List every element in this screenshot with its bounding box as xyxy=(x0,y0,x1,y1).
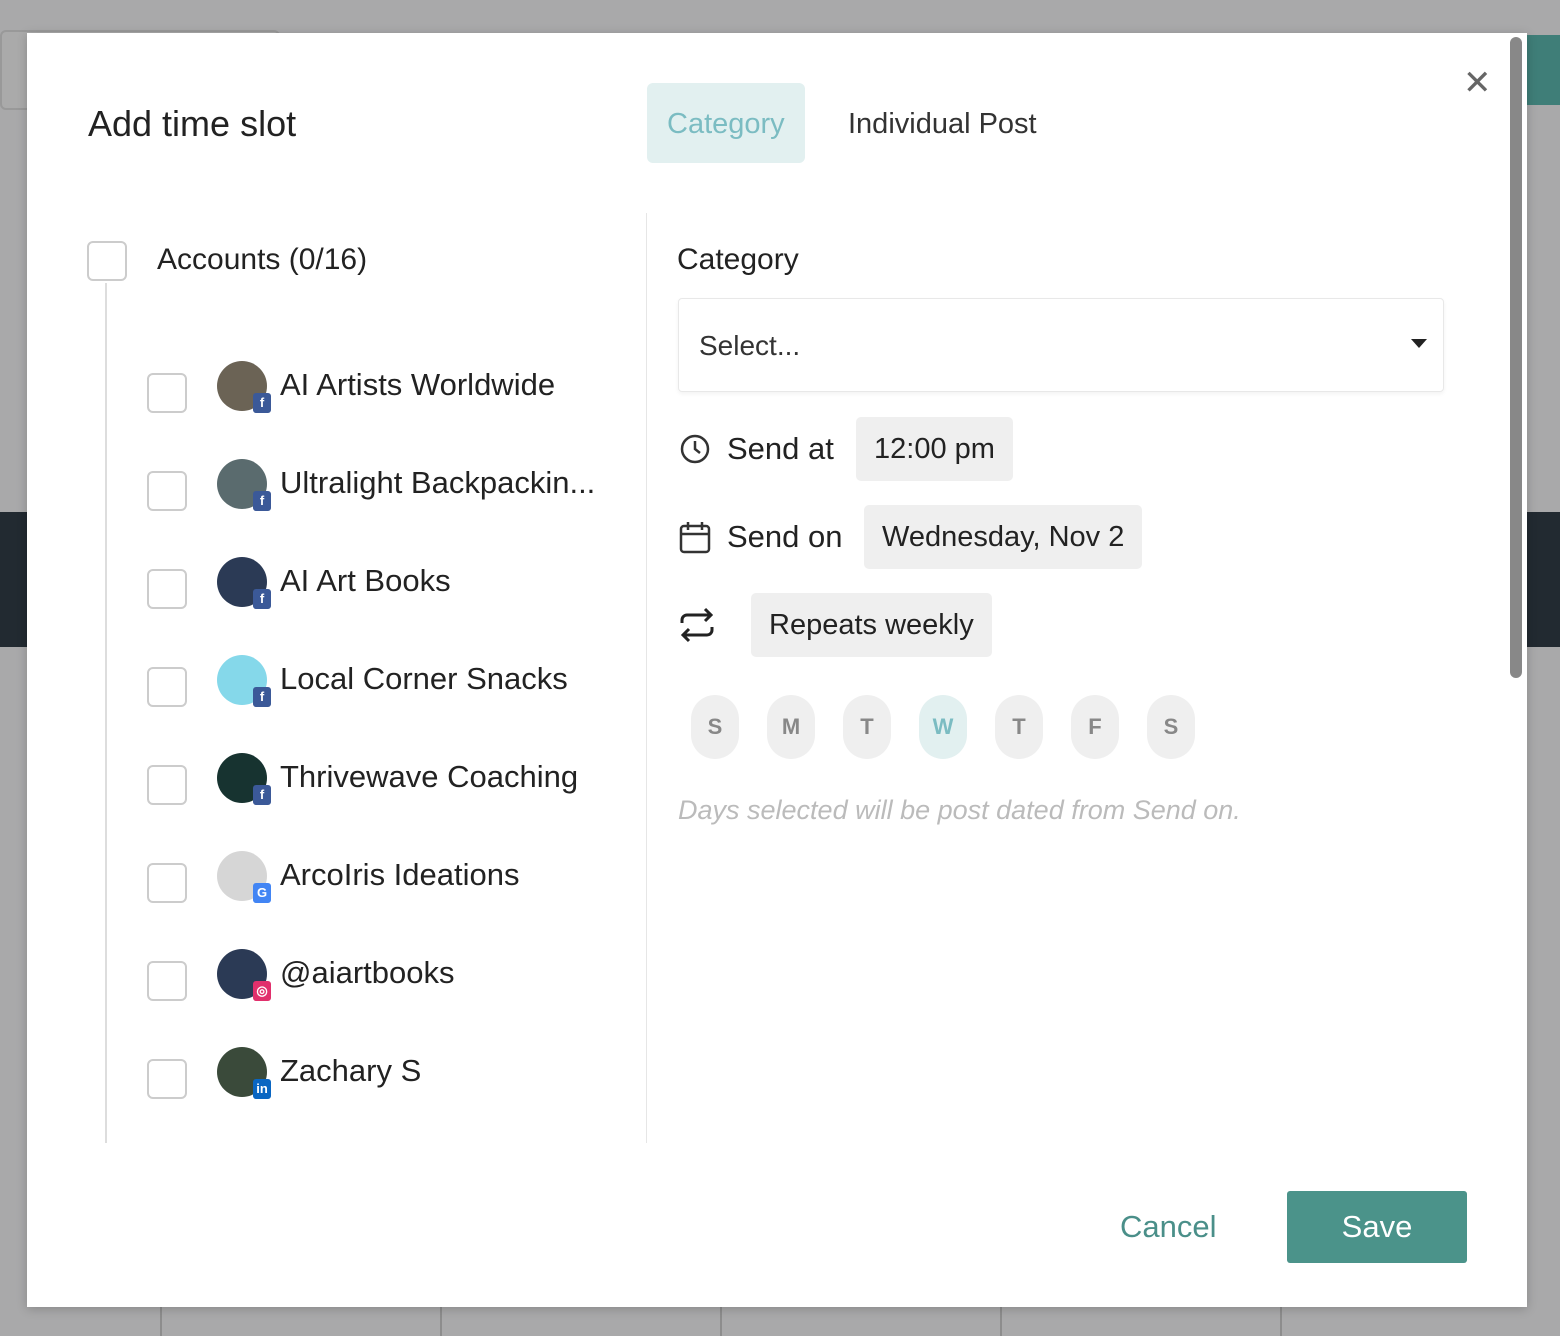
account-item[interactable]: in Zachary S xyxy=(147,1047,647,1109)
account-item[interactable]: f Ultralight Backpackin... xyxy=(147,459,647,521)
modal-title: Add time slot xyxy=(88,103,297,144)
category-placeholder: Select... xyxy=(699,330,801,361)
google-business-icon: G xyxy=(253,883,271,903)
cancel-button[interactable]: Cancel xyxy=(1100,1191,1237,1263)
tab-individual-post[interactable]: Individual Post xyxy=(828,83,1057,163)
account-item[interactable]: f AI Art Books xyxy=(147,557,647,619)
account-name: Zachary S xyxy=(280,1053,422,1088)
instagram-icon: ◎ xyxy=(253,981,271,1001)
accounts-list: Accounts (0/16) f AI Artists Worldwide f… xyxy=(67,223,647,1143)
category-label: Category xyxy=(677,243,799,276)
day-toggle[interactable]: W xyxy=(919,695,967,759)
send-at-label: Send at xyxy=(727,431,834,466)
facebook-icon: f xyxy=(253,687,271,707)
account-name: Local Corner Snacks xyxy=(280,661,568,696)
account-checkbox[interactable] xyxy=(147,569,187,609)
save-button[interactable]: Save xyxy=(1287,1191,1467,1263)
account-checkbox[interactable] xyxy=(147,667,187,707)
calendar-icon xyxy=(679,522,711,554)
days-hint: Days selected will be post dated from Se… xyxy=(678,795,1241,825)
account-name: AI Art Books xyxy=(280,563,451,598)
account-checkbox[interactable] xyxy=(147,1059,187,1099)
tree-line xyxy=(105,283,107,1143)
send-on-label: Send on xyxy=(727,519,843,554)
clock-icon xyxy=(680,434,710,464)
linkedin-icon: in xyxy=(253,1079,271,1099)
day-toggle[interactable]: S xyxy=(691,695,739,759)
select-all-accounts-checkbox[interactable] xyxy=(87,241,127,281)
account-item[interactable]: f AI Artists Worldwide xyxy=(147,361,647,423)
account-item[interactable]: G ArcoIris Ideations xyxy=(147,851,647,913)
day-toggle[interactable]: M xyxy=(767,695,815,759)
category-select[interactable]: Select... xyxy=(678,298,1444,392)
account-checkbox[interactable] xyxy=(147,961,187,1001)
repeat-icon xyxy=(680,607,714,643)
facebook-icon: f xyxy=(253,491,271,511)
account-name: ArcoIris Ideations xyxy=(280,857,520,892)
accounts-header: Accounts (0/16) xyxy=(157,243,368,276)
account-checkbox[interactable] xyxy=(147,373,187,413)
account-checkbox[interactable] xyxy=(147,471,187,511)
account-name: Thrivewave Coaching xyxy=(280,759,579,794)
day-toggle[interactable]: S xyxy=(1147,695,1195,759)
send-at-time[interactable]: 12:00 pm xyxy=(856,417,1013,481)
repeat-select[interactable]: Repeats weekly xyxy=(751,593,992,657)
close-icon[interactable]: ✕ xyxy=(1463,63,1492,103)
account-item[interactable]: ◎ @aiartbooks xyxy=(147,949,647,1011)
account-name: @aiartbooks xyxy=(280,955,455,990)
day-toggle[interactable]: T xyxy=(995,695,1043,759)
account-checkbox[interactable] xyxy=(147,863,187,903)
account-name: AI Artists Worldwide xyxy=(280,367,556,402)
tab-category[interactable]: Category xyxy=(647,83,805,163)
account-item[interactable]: f Thrivewave Coaching xyxy=(147,753,647,815)
facebook-icon: f xyxy=(253,393,271,413)
send-on-date[interactable]: Wednesday, Nov 2 xyxy=(864,505,1143,569)
background-grid xyxy=(0,1307,1560,1336)
chevron-down-icon xyxy=(1411,339,1427,348)
day-toggle[interactable]: F xyxy=(1071,695,1119,759)
account-item[interactable]: f Local Corner Snacks xyxy=(147,655,647,717)
account-name: Ultralight Backpackin... xyxy=(280,465,596,500)
scrollbar[interactable] xyxy=(1510,37,1522,678)
add-time-slot-modal: Add time slot Category Individual Post ✕… xyxy=(27,33,1527,1307)
account-checkbox[interactable] xyxy=(147,765,187,805)
facebook-icon: f xyxy=(253,785,271,805)
day-toggle[interactable]: T xyxy=(843,695,891,759)
facebook-icon: f xyxy=(253,589,271,609)
